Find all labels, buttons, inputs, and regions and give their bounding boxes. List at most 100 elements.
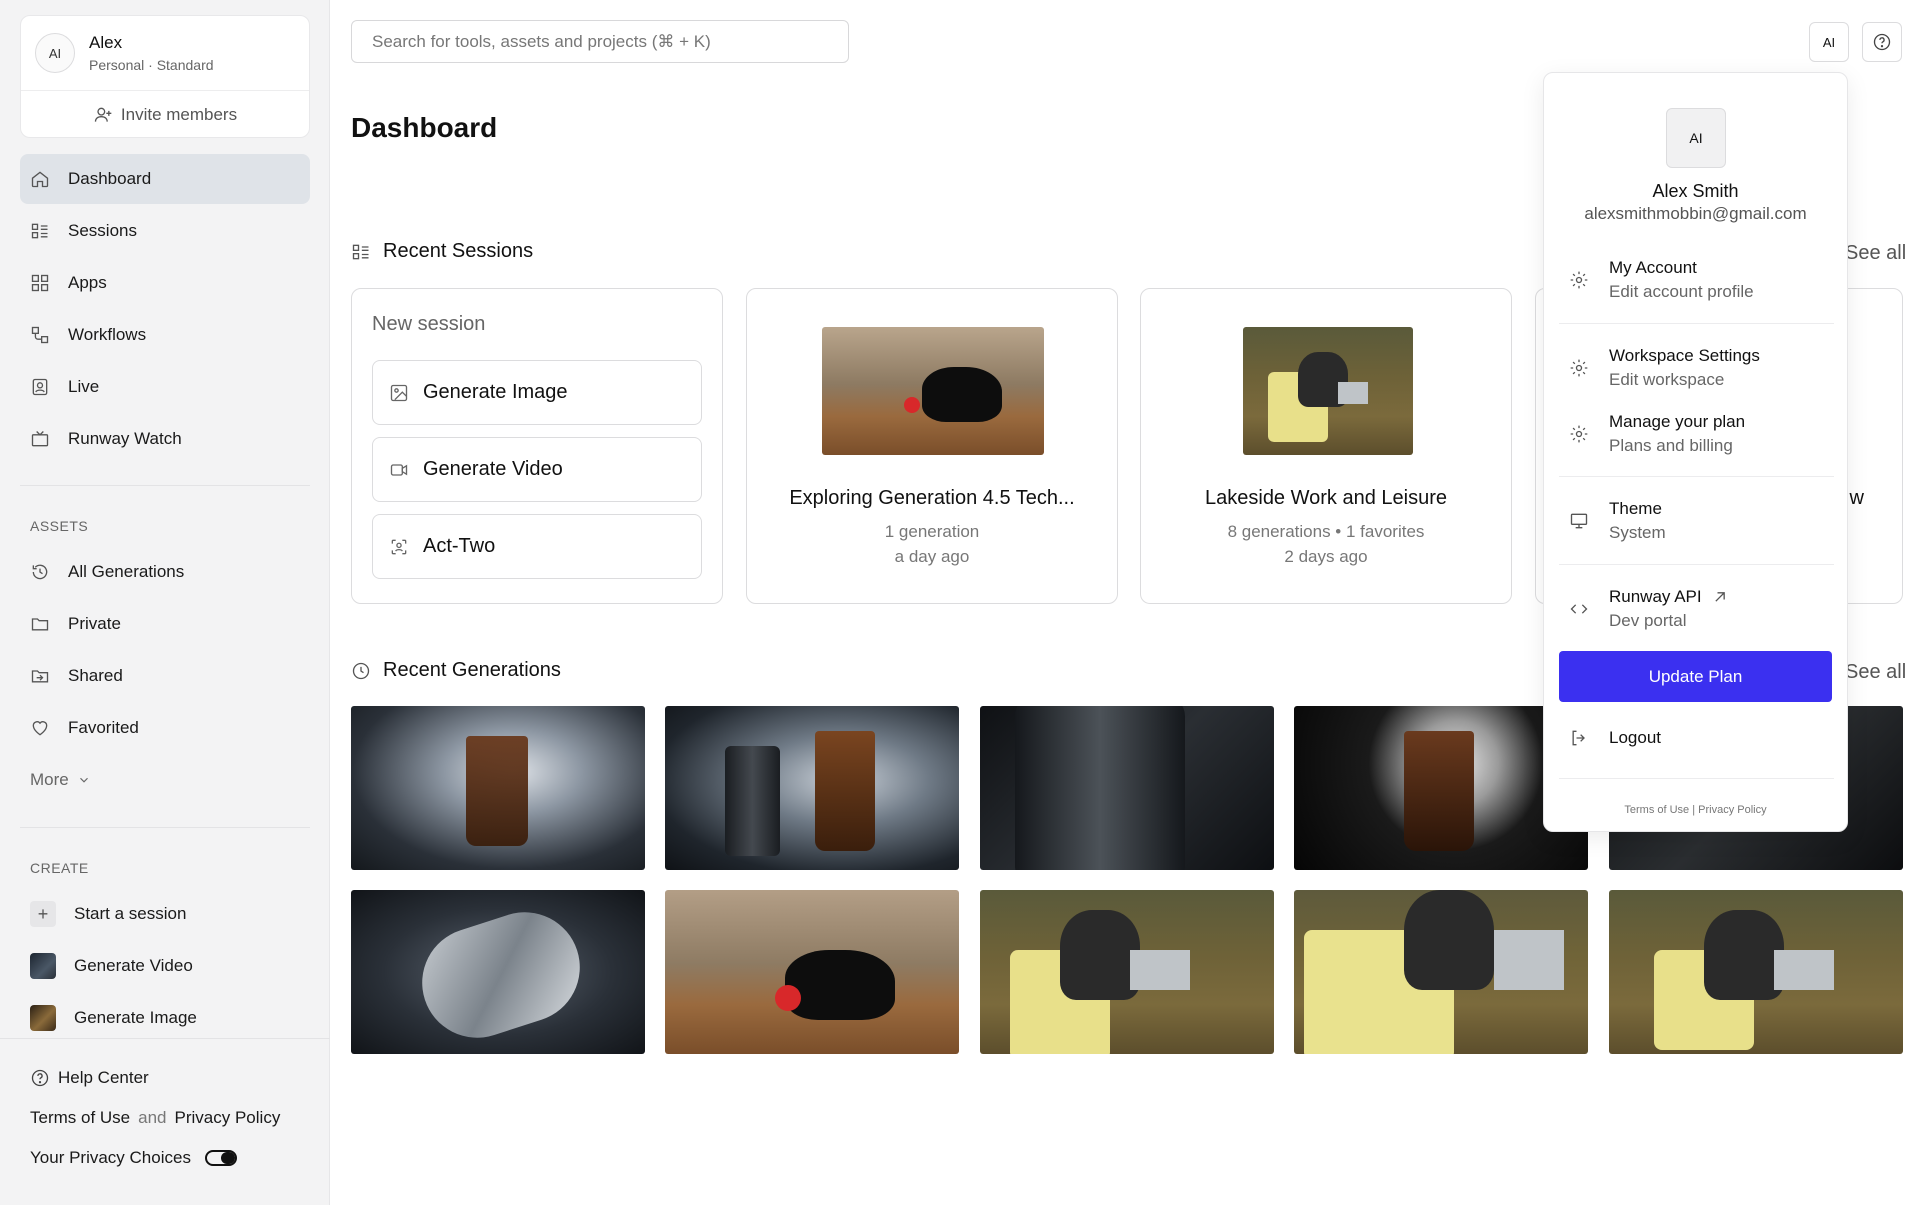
logout-button[interactable]: Logout (1559, 718, 1834, 758)
shared-folder-icon (31, 670, 49, 683)
tv-icon (31, 431, 49, 447)
invite-members-label: Invite members (120, 104, 238, 124)
menu-item-runway-api[interactable]: Runway API Dev portal (1559, 579, 1834, 639)
act-two-label: Act-Two (423, 535, 496, 557)
generation-thumbnail[interactable] (1609, 890, 1903, 1054)
generation-thumbnail[interactable] (665, 706, 959, 870)
sidebar-item-apps[interactable]: Apps (20, 258, 310, 308)
face-scan-icon (391, 539, 407, 554)
account-plan: Personal · Standard (89, 57, 214, 73)
session-generation-count: 8 generations • 1 favorites (1227, 522, 1425, 541)
page-title: Dashboard (351, 112, 498, 143)
menu-item-workspace-settings[interactable]: Workspace Settings Edit workspace (1559, 338, 1834, 398)
sidebar-item-generate-image[interactable]: Generate Image (20, 993, 310, 1043)
generate-image-label: Generate Image (423, 381, 568, 403)
sidebar-item-workflows[interactable]: Workflows (20, 310, 310, 360)
new-session-card: New session Generate Image Generate Vide… (351, 288, 723, 604)
sidebar-item-label: Live (68, 377, 100, 396)
avatar: AI (35, 33, 75, 73)
folder-icon (31, 618, 49, 631)
privacy-policy-link[interactable]: Privacy Policy (175, 1108, 281, 1128)
more-label: More (30, 770, 69, 789)
sidebar-item-favorited[interactable]: Favorited (20, 703, 310, 753)
menu-item-title: Manage your plan (1609, 412, 1746, 431)
terms-link[interactable]: Terms of Use (30, 1108, 130, 1128)
generation-thumbnail[interactable] (1294, 890, 1588, 1054)
code-icon (1570, 604, 1588, 614)
sidebar-item-dashboard[interactable]: Dashboard (20, 154, 310, 204)
generation-thumbnail[interactable] (980, 890, 1274, 1054)
privacy-choices-label: Your Privacy Choices (30, 1148, 191, 1167)
update-plan-button[interactable]: Update Plan (1559, 651, 1832, 702)
session-title: Lakeside Work and Leisure (1205, 487, 1447, 509)
live-icon (32, 378, 48, 396)
divider (20, 827, 310, 828)
see-all-generations-link[interactable]: See all (1845, 661, 1906, 684)
sessions-icon (352, 244, 369, 259)
menu-item-title: Theme (1609, 499, 1662, 518)
sidebar-item-start-session[interactable]: + Start a session (20, 889, 310, 939)
menu-item-title: Runway API (1609, 587, 1702, 606)
sidebar: AI Alex Personal · Standard Invite membe… (0, 0, 330, 1205)
apps-grid-icon (31, 274, 49, 292)
generation-thumbnail[interactable] (665, 890, 959, 1054)
external-link-icon (1714, 592, 1725, 602)
image-icon (390, 384, 408, 401)
history-icon (32, 564, 48, 580)
sidebar-item-all-generations[interactable]: All Generations (20, 547, 310, 597)
menu-item-title: Workspace Settings (1609, 346, 1760, 365)
session-card[interactable]: Lakeside Work and Leisure 8 generations … (1140, 288, 1512, 604)
more-toggle[interactable]: More (20, 755, 310, 805)
search-input[interactable]: Search for tools, assets and projects (⌘… (351, 20, 849, 63)
sidebar-item-label: Dashboard (68, 169, 152, 188)
heart-icon (32, 721, 48, 736)
menu-item-manage-plan[interactable]: Manage your plan Plans and billing (1559, 404, 1834, 464)
new-session-title: New session (372, 313, 486, 335)
help-icon (1873, 33, 1891, 51)
menu-user-email: alexsmithmobbin@gmail.com (1584, 204, 1807, 223)
video-camera-icon (390, 463, 408, 476)
image-thumbnail-icon (30, 1005, 56, 1031)
menu-item-subtitle: Edit workspace (1609, 370, 1725, 389)
invite-members-button[interactable]: Invite members (21, 91, 309, 138)
create-section-label: CREATE (30, 860, 89, 876)
menu-item-my-account[interactable]: My Account Edit account profile (1559, 250, 1834, 310)
help-center-label: Help Center (58, 1068, 149, 1087)
sidebar-item-runway-watch[interactable]: Runway Watch (20, 414, 310, 464)
sidebar-item-sessions[interactable]: Sessions (20, 206, 310, 256)
recent-sessions-title: Recent Sessions (383, 240, 534, 262)
generate-video-button[interactable]: Generate Video (372, 437, 702, 502)
sidebar-item-label: Start a session (74, 904, 187, 923)
act-two-button[interactable]: Act-Two (372, 514, 702, 579)
sidebar-item-label: Private (68, 614, 121, 633)
divider (0, 1038, 330, 1039)
home-icon (31, 171, 49, 188)
sidebar-item-generate-video[interactable]: Generate Video (20, 941, 310, 991)
generation-thumbnail[interactable] (980, 706, 1274, 870)
menu-legal-links[interactable]: Terms of Use | Privacy Policy (1544, 804, 1847, 816)
sidebar-item-label: Favorited (68, 718, 139, 737)
help-button[interactable] (1862, 22, 1902, 62)
recent-generations-title: Recent Generations (383, 659, 561, 681)
logout-label: Logout (1609, 728, 1661, 747)
generate-image-button[interactable]: Generate Image (372, 360, 702, 425)
generation-thumbnail[interactable] (351, 706, 645, 870)
account-switcher[interactable]: AI Alex Personal · Standard (21, 16, 309, 91)
recent-generations-header: Recent Generations (351, 659, 561, 682)
sidebar-item-live[interactable]: Live (20, 362, 310, 412)
user-avatar-button[interactable]: AI (1809, 22, 1849, 62)
create-nav: + Start a session Generate Video Generat… (20, 889, 310, 1045)
generation-thumbnail[interactable] (351, 890, 645, 1054)
sidebar-item-shared[interactable]: Shared (20, 651, 310, 701)
session-card[interactable]: Exploring Generation 4.5 Tech... 1 gener… (746, 288, 1118, 604)
menu-item-theme[interactable]: Theme System (1559, 491, 1834, 551)
account-name: Alex (89, 33, 123, 52)
divider (1559, 476, 1834, 477)
menu-item-subtitle: Edit account profile (1609, 282, 1754, 301)
gear-icon (1570, 425, 1588, 443)
see-all-sessions-link[interactable]: See all (1845, 242, 1906, 265)
account-dropdown-menu: AI Alex Smith alexsmithmobbin@gmail.com … (1543, 72, 1848, 832)
privacy-choices-link[interactable]: Your Privacy Choices (30, 1138, 280, 1178)
help-center-link[interactable]: Help Center (30, 1058, 280, 1098)
sidebar-item-private[interactable]: Private (20, 599, 310, 649)
